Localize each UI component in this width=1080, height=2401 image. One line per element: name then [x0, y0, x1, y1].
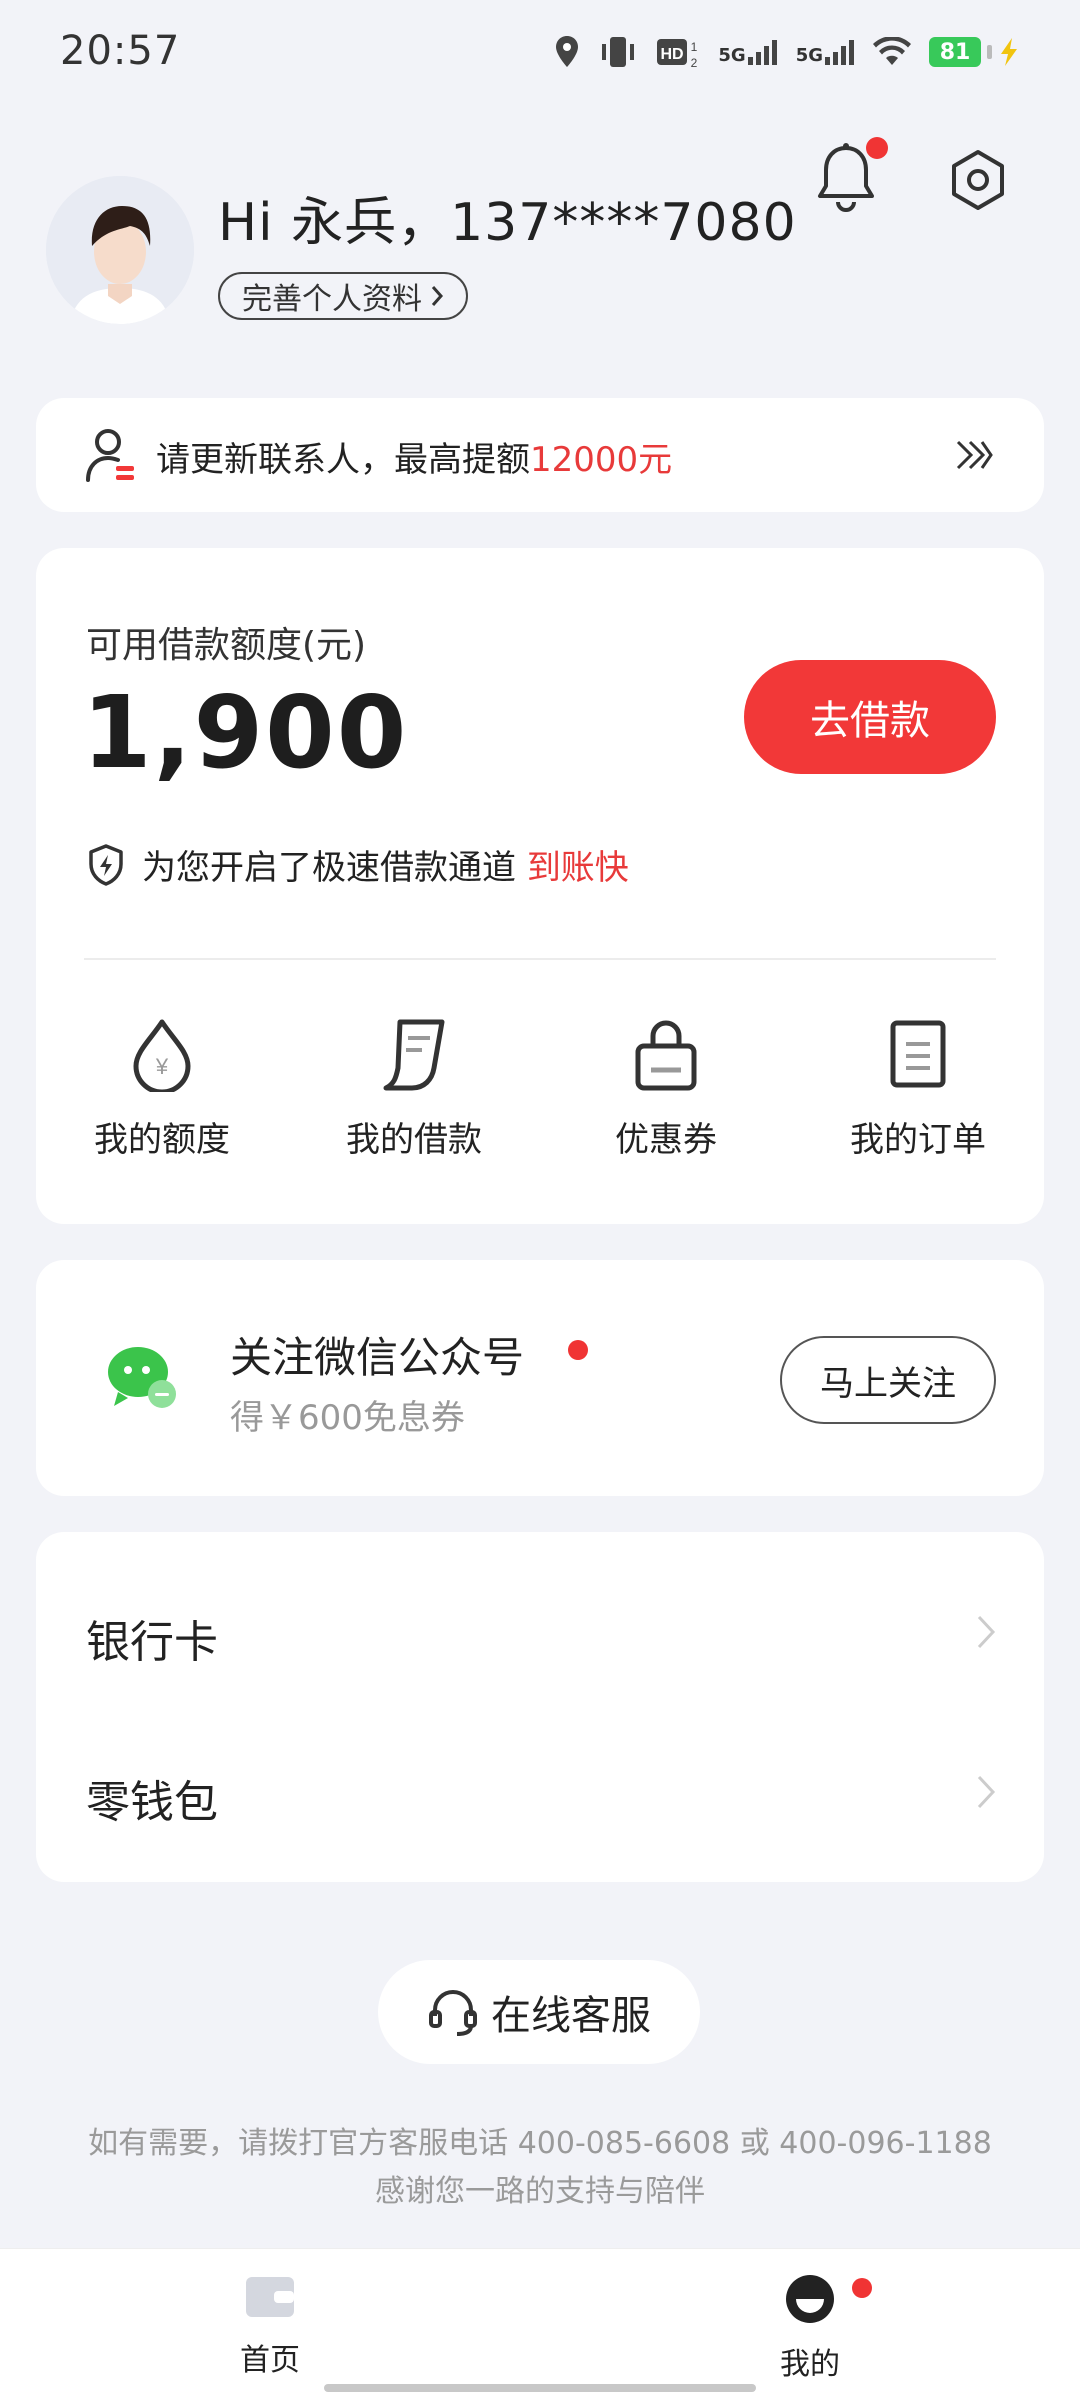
wechat-title: 关注微信公众号: [230, 1333, 525, 1382]
signal-1: 5G: [718, 39, 777, 65]
vibrate-icon: [602, 37, 635, 67]
double-chevron-right-icon: [956, 440, 993, 470]
fast-highlight: 到账快: [526, 848, 629, 888]
chevron-right-icon: [977, 1615, 996, 1649]
signal-bars-icon: [747, 40, 777, 65]
tab-home[interactable]: 首页: [190, 2273, 350, 2379]
wechat-red-dot: [568, 1340, 588, 1360]
available-credit-amount: 1,900: [82, 674, 409, 791]
svg-text:2: 2: [691, 56, 698, 69]
wechat-icon: [108, 1347, 176, 1408]
notice-highlight: 12000元: [530, 440, 673, 480]
wechat-follow-card: 关注微信公众号 得￥600免息券 马上关注: [36, 1260, 1044, 1496]
signal-bars-icon: [825, 40, 854, 65]
battery-indicator: 81: [929, 37, 1020, 67]
status-bar: 20:57 HD 1 2 5G 5G 81: [0, 0, 1080, 100]
menu-my-loans[interactable]: 我的借款: [288, 1018, 540, 1188]
hd-icon: HD 1 2: [657, 39, 698, 69]
notice-text: 请更新联系人，最高提额12000元: [156, 440, 673, 480]
bottom-tab-bar: 首页 我的: [0, 2248, 1080, 2401]
headset-icon: [429, 1990, 477, 2036]
settings-icon[interactable]: [946, 148, 1010, 212]
signal-2: 5G: [796, 39, 855, 65]
contact-person-icon: [86, 429, 134, 482]
complete-profile-label: 完善个人资料: [242, 282, 422, 317]
menu-my-orders[interactable]: 我的订单: [792, 1018, 1044, 1188]
charging-icon: [1001, 38, 1017, 66]
account-list: 银行卡 零钱包: [36, 1532, 1044, 1882]
complete-profile-button[interactable]: 完善个人资料: [218, 272, 468, 320]
status-time: 20:57: [60, 28, 181, 74]
wechat-subtitle: 得￥600免息券: [230, 1398, 465, 1438]
wallet-icon: [246, 2277, 294, 2317]
svg-text:¥: ¥: [155, 1054, 169, 1079]
fast-channel-text: 为您开启了极速借款通道 到账快: [86, 840, 629, 889]
footer-note: 如有需要，请拨打官方客服电话 400-085-6608 或 400-096-11…: [88, 2126, 992, 2209]
tab-mine-badge: [852, 2278, 872, 2298]
greeting-text: Hi 永兵，137****7080: [218, 193, 797, 253]
avatar[interactable]: [46, 176, 194, 324]
borrow-button[interactable]: 去借款: [744, 660, 996, 774]
coupon-bag-icon: [635, 1020, 697, 1091]
menu-my-credit[interactable]: ¥ 我的额度: [36, 1018, 288, 1188]
status-icons: HD 1 2 5G 5G 81: [554, 30, 1020, 74]
loan-card: 可用借款额度(元) 1,900 去借款 为您开启了极速借款通道 到账快 ¥ 我的…: [36, 548, 1044, 1224]
list-item-bank-card[interactable]: 银行卡: [36, 1552, 1044, 1712]
follow-button[interactable]: 马上关注: [780, 1336, 996, 1424]
wifi-icon: [873, 37, 911, 65]
svg-text:HD: HD: [661, 46, 684, 63]
list-item-wallet[interactable]: 零钱包: [36, 1712, 1044, 1872]
receipt-icon: [383, 1019, 445, 1091]
smile-face-icon: [786, 2275, 834, 2323]
home-indicator: [324, 2384, 756, 2392]
available-credit-label: 可用借款额度(元): [86, 625, 367, 666]
avatar-illustration-icon: [46, 176, 194, 324]
shield-bolt-icon: [89, 843, 123, 886]
loan-menu: ¥ 我的额度 我的借款 优惠券 我的订单: [36, 1018, 1044, 1188]
online-service-button[interactable]: 在线客服: [378, 1960, 700, 2064]
notification-dot: [866, 137, 888, 159]
yen-drop-icon: ¥: [133, 1019, 191, 1092]
location-icon: [556, 36, 579, 67]
menu-coupons[interactable]: 优惠券: [540, 1018, 792, 1188]
chevron-right-icon: [977, 1775, 996, 1809]
svg-text:1: 1: [691, 40, 698, 54]
chevron-right-icon: [431, 286, 444, 306]
update-contacts-notice[interactable]: 请更新联系人，最高提额12000元: [36, 398, 1044, 512]
divider: [84, 958, 996, 960]
order-doc-icon: [890, 1020, 946, 1088]
